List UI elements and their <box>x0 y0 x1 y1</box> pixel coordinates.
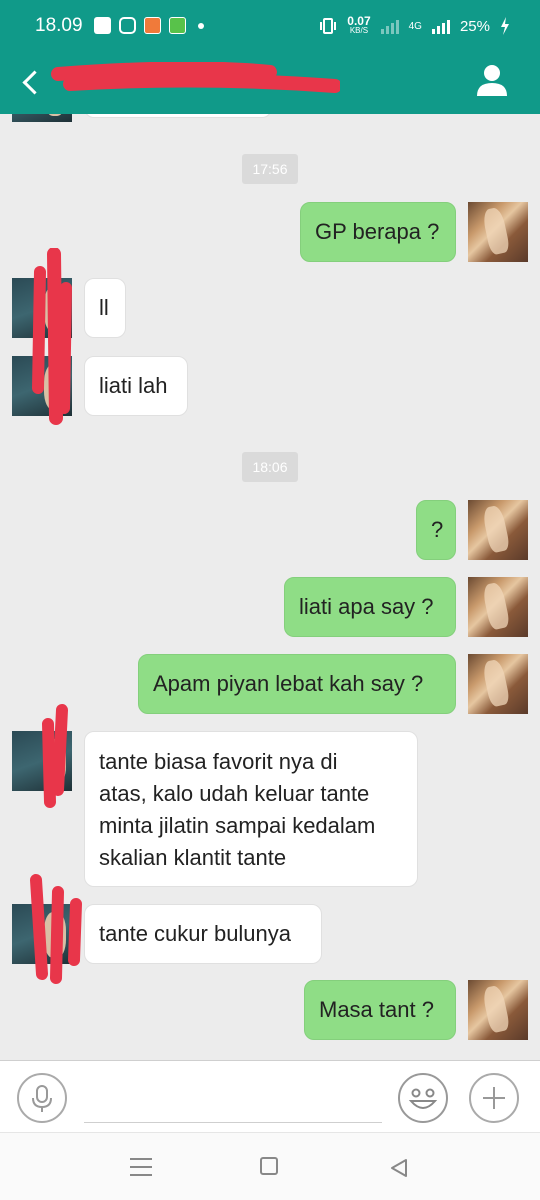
app-store-icon <box>169 17 186 34</box>
instagram-icon <box>119 17 136 34</box>
chevron-left-icon[interactable] <box>14 62 48 102</box>
timestamp: 18:06 <box>242 452 298 482</box>
status-app-icons <box>94 17 204 34</box>
recent-apps-icon[interactable] <box>130 1158 152 1176</box>
status-bar: 18.09 0.07 KB/S 4G 25% <box>0 0 540 52</box>
battery-level: 25% <box>459 17 490 35</box>
message-bubble-incoming[interactable]: ll <box>84 278 126 338</box>
system-nav-bar <box>0 1132 540 1200</box>
signal-1-icon <box>380 19 399 34</box>
avatar-self[interactable] <box>468 980 528 1040</box>
avatar-self[interactable] <box>468 654 528 714</box>
message-bubble-outgoing[interactable]: liati apa say ? <box>284 577 456 637</box>
redaction-mark <box>32 248 72 425</box>
message-bubble-incoming[interactable]: tante cukur bulunya <box>84 904 322 964</box>
chat-thread[interactable]: 17:56 GP berapa ? ll liati lah 18:06 ? l… <box>0 114 540 1060</box>
message-input-bar <box>0 1060 540 1132</box>
avatar-self[interactable] <box>468 202 528 262</box>
game-icon <box>144 17 161 34</box>
chat-header <box>0 52 540 114</box>
message-bubble-outgoing[interactable]: ? <box>416 500 456 560</box>
message-bubble-incoming[interactable]: liati lah <box>84 356 188 416</box>
network-speed: 0.07 KB/S <box>347 15 370 36</box>
notification-dot <box>198 22 204 29</box>
message-bubble-partial <box>84 114 272 118</box>
app-header: 18.09 0.07 KB/S 4G 25% <box>0 0 540 114</box>
status-time: 18.09 <box>35 15 83 36</box>
message-input[interactable] <box>84 1077 382 1123</box>
smiley-icon[interactable] <box>398 1073 448 1123</box>
timestamp: 17:56 <box>242 154 298 184</box>
avatar-self[interactable] <box>468 577 528 637</box>
network-type: 4G <box>408 20 422 32</box>
message-bubble-outgoing[interactable]: Masa tant ? <box>304 980 456 1040</box>
avatar-self[interactable] <box>468 500 528 560</box>
message-bubble-outgoing[interactable]: Apam piyan lebat kah say ? <box>138 654 456 714</box>
microphone-icon[interactable] <box>17 1073 67 1123</box>
facebook-icon <box>94 17 111 34</box>
message-bubble-incoming[interactable]: tante biasa favorit nya di atas, kalo ud… <box>84 731 418 887</box>
home-icon[interactable] <box>260 1157 278 1175</box>
redaction-mark <box>51 62 340 93</box>
avatar[interactable] <box>12 114 72 122</box>
user-icon[interactable] <box>474 62 510 98</box>
speed-unit: KB/S <box>349 26 369 35</box>
vibrate-icon <box>320 18 337 34</box>
status-right: 0.07 KB/S 4G 25% <box>319 15 510 36</box>
charging-icon <box>501 17 509 35</box>
message-bubble-outgoing[interactable]: GP berapa ? <box>300 202 456 262</box>
redaction-mark <box>42 704 68 808</box>
plus-icon[interactable] <box>469 1073 519 1123</box>
redaction-mark <box>30 874 82 984</box>
back-triangle-icon[interactable] <box>388 1157 410 1179</box>
signal-2-icon <box>431 19 450 34</box>
